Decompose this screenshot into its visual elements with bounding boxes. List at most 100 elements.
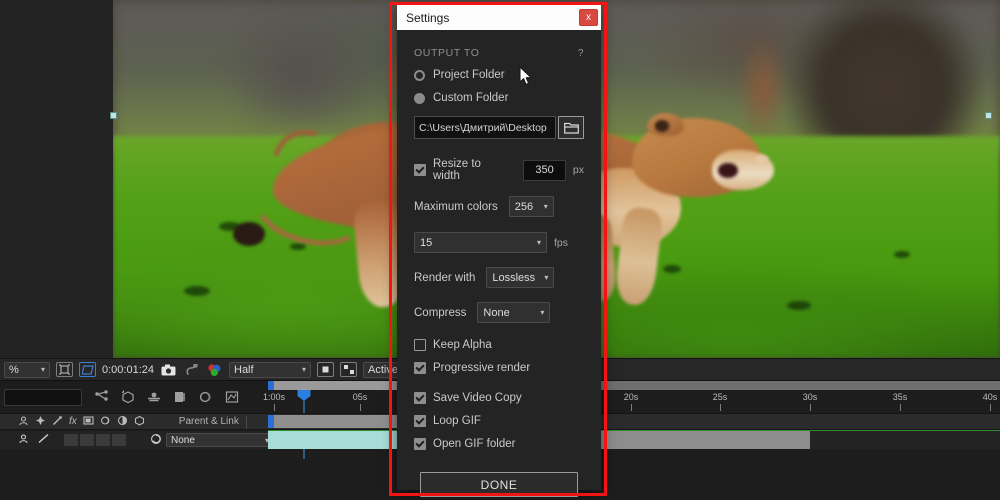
timeline-search-input[interactable]	[4, 388, 82, 406]
motion-blur-icon[interactable]	[100, 415, 111, 429]
ruler-tick-label: 35s	[892, 392, 908, 402]
open-gif-folder-row[interactable]: Open GIF folder	[414, 438, 584, 450]
resize-width-unit: px	[572, 164, 584, 176]
ruler-tick	[631, 404, 632, 411]
loop-gif-checkbox[interactable]	[414, 415, 426, 427]
transparency-grid-icon[interactable]	[79, 362, 96, 377]
dialog-title: Settings	[406, 10, 450, 25]
layer-switch-cell[interactable]	[112, 434, 126, 446]
radio-project-folder[interactable]: Project Folder	[414, 69, 584, 81]
quality-icon[interactable]	[37, 433, 50, 447]
resolution-value: Half	[234, 363, 254, 376]
chevron-down-icon: ▾	[544, 273, 549, 282]
render-with-dropdown[interactable]: Lossless ▾	[486, 267, 555, 288]
compress-row: Compress None ▾	[414, 302, 584, 323]
ruler-tick-label: 25s	[712, 392, 728, 402]
alpha-boundaries-icon[interactable]	[340, 362, 357, 377]
ruler-tick-label: 30s	[802, 392, 818, 402]
ruler-tick	[900, 404, 901, 411]
dialog-body: OUTPUT TO ? Project Folder Custom Folder…	[397, 47, 601, 497]
resize-width-input[interactable]: 350	[523, 159, 566, 181]
ruler-tick-label: 05s	[352, 392, 368, 402]
output-section-header: OUTPUT TO ?	[414, 47, 584, 59]
parent-value: None	[171, 434, 195, 446]
layer-switch-cell[interactable]	[64, 434, 78, 446]
mouse-cursor	[519, 66, 533, 91]
progressive-render-row[interactable]: Progressive render	[414, 362, 584, 374]
show-snapshot-icon[interactable]	[183, 362, 200, 377]
timeline-ruler[interactable]: 1:00s 05s 20s 25s 30s 35s 40s	[263, 381, 1000, 500]
parent-link-control: None ▾	[150, 433, 274, 448]
layer-switch-cell[interactable]	[96, 434, 110, 446]
radio-custom-folder[interactable]: Custom Folder	[414, 92, 584, 104]
effects-icon[interactable]: fx	[69, 416, 77, 427]
resolution-dropdown[interactable]: Half ▾	[229, 361, 311, 378]
parent-dropdown[interactable]: None ▾	[166, 433, 274, 447]
maximum-colors-value: 256	[514, 200, 534, 213]
progressive-render-checkbox[interactable]	[414, 362, 426, 374]
current-time-indicator[interactable]	[297, 390, 311, 401]
open-gif-folder-label: Open GIF folder	[433, 438, 516, 450]
folder-icon[interactable]	[558, 116, 584, 139]
app-root: % ▾ 0:00:01:24 Half ▾ Active 1:00s 05s 2…	[0, 0, 1000, 500]
pick-whip-icon[interactable]	[150, 433, 162, 448]
save-video-copy-label: Save Video Copy	[433, 392, 522, 404]
output-path-input[interactable]: C:\Users\Дмитрий\Desktop	[414, 116, 556, 139]
selection-handle-left[interactable]	[110, 112, 117, 119]
keep-alpha-label: Keep Alpha	[433, 339, 492, 351]
maximum-colors-dropdown[interactable]: 256 ▾	[508, 196, 554, 217]
graph-editor-icon[interactable]	[94, 389, 110, 405]
layer-switches	[18, 433, 50, 447]
shy-icon[interactable]	[198, 389, 214, 405]
resize-to-width-label: Resize to width	[433, 158, 481, 182]
fps-dropdown[interactable]: 15 ▾	[414, 232, 547, 253]
shy-icon[interactable]	[18, 415, 29, 429]
quality-icon[interactable]	[52, 415, 63, 429]
loop-gif-label: Loop GIF	[433, 415, 481, 427]
close-icon[interactable]: x	[579, 9, 598, 26]
radio-project-folder-label: Project Folder	[433, 69, 505, 81]
layer-work-area-start[interactable]	[268, 415, 274, 428]
shy-icon[interactable]	[18, 433, 29, 447]
frame-blend-icon[interactable]	[172, 389, 188, 405]
loop-gif-row[interactable]: Loop GIF	[414, 415, 584, 427]
grass-detail	[893, 250, 910, 258]
snapshot-icon[interactable]	[160, 362, 177, 377]
compress-dropdown[interactable]: None ▾	[477, 302, 551, 323]
save-video-copy-checkbox[interactable]	[414, 392, 426, 404]
work-area-start-handle[interactable]	[268, 381, 274, 390]
channels-icon[interactable]	[206, 362, 223, 377]
maximum-colors-row: Maximum colors 256 ▾	[414, 196, 584, 217]
motion-blur-icon[interactable]	[146, 389, 162, 405]
brainstorm-icon[interactable]	[224, 389, 240, 405]
radio-icon	[414, 69, 425, 81]
mask-path-visibility-icon[interactable]	[317, 362, 334, 377]
help-icon[interactable]: ?	[578, 48, 584, 59]
region-of-interest-icon[interactable]	[56, 362, 73, 377]
lioness-tail-tip	[232, 221, 265, 246]
resize-to-width-checkbox[interactable]	[414, 164, 426, 176]
keep-alpha-row[interactable]: Keep Alpha	[414, 339, 584, 351]
chevron-down-icon: ▾	[540, 308, 545, 317]
dialog-titlebar[interactable]: Settings x	[397, 5, 601, 30]
open-gif-folder-checkbox[interactable]	[414, 438, 426, 450]
collapse-transformations-icon[interactable]	[35, 415, 46, 429]
zoom-level-dropdown[interactable]: % ▾	[4, 361, 50, 378]
adjustment-layer-icon[interactable]	[117, 415, 128, 429]
draft-3d-icon[interactable]	[120, 389, 136, 405]
3d-layer-icon[interactable]	[134, 415, 145, 429]
layer-switch-cell[interactable]	[80, 434, 94, 446]
keep-alpha-checkbox[interactable]	[414, 339, 426, 351]
ruler-tick-label: 40s	[982, 392, 998, 402]
done-button[interactable]: DONE	[420, 472, 578, 497]
selection-handle-right[interactable]	[985, 112, 992, 119]
grass-detail	[662, 264, 681, 273]
compress-value: None	[483, 306, 510, 319]
settings-dialog: Settings x OUTPUT TO ? Project Folder Cu…	[397, 5, 601, 497]
frame-blend-icon[interactable]	[83, 415, 94, 429]
current-timecode[interactable]: 0:00:01:24	[102, 364, 154, 376]
ruler-tick	[360, 404, 361, 411]
save-video-copy-row[interactable]: Save Video Copy	[414, 392, 584, 404]
layer-switch-header-icons: fx	[18, 415, 145, 429]
ruler-tick-label: 20s	[623, 392, 639, 402]
